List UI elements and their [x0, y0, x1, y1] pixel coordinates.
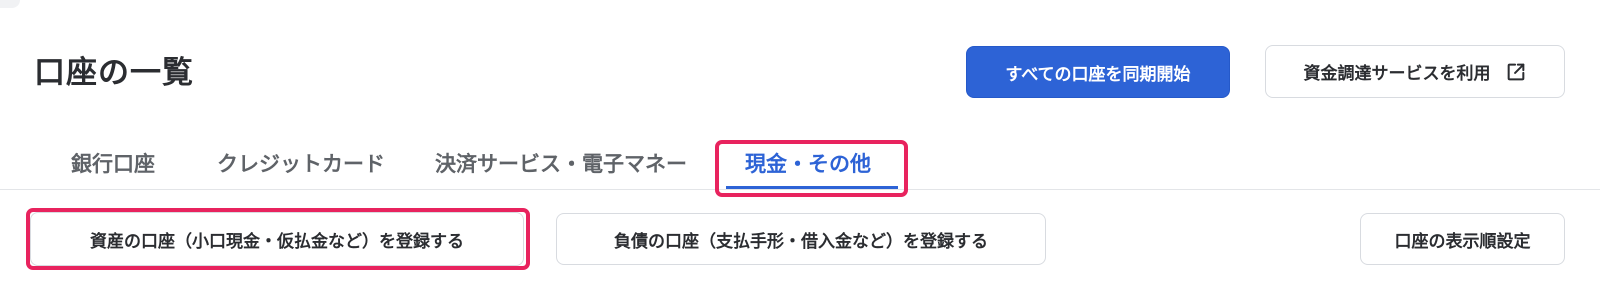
register-liability-account-button[interactable]: 負債の口座（支払手形・借入金など）を登録する: [556, 213, 1046, 265]
tab-bank-accounts[interactable]: 銀行口座: [71, 148, 155, 178]
tab-cash-other[interactable]: 現金・その他: [745, 148, 871, 178]
register-asset-account-button[interactable]: 資産の口座（小口現金・仮払金など）を登録する: [30, 212, 524, 266]
display-order-button[interactable]: 口座の表示順設定: [1360, 213, 1565, 265]
tab-payment-services[interactable]: 決済サービス・電子マネー: [435, 148, 687, 178]
funding-service-label: 資金調達サービスを利用: [1303, 64, 1491, 84]
funding-service-button[interactable]: 資金調達サービスを利用: [1265, 45, 1565, 98]
external-link-icon: [1505, 61, 1527, 83]
tabs-divider: [0, 189, 1600, 190]
corner-decoration: [0, 0, 20, 8]
page-title: 口座の一覧: [34, 55, 194, 91]
sync-all-button[interactable]: すべての口座を同期開始: [966, 46, 1230, 98]
tab-credit-cards[interactable]: クレジットカード: [217, 148, 385, 178]
